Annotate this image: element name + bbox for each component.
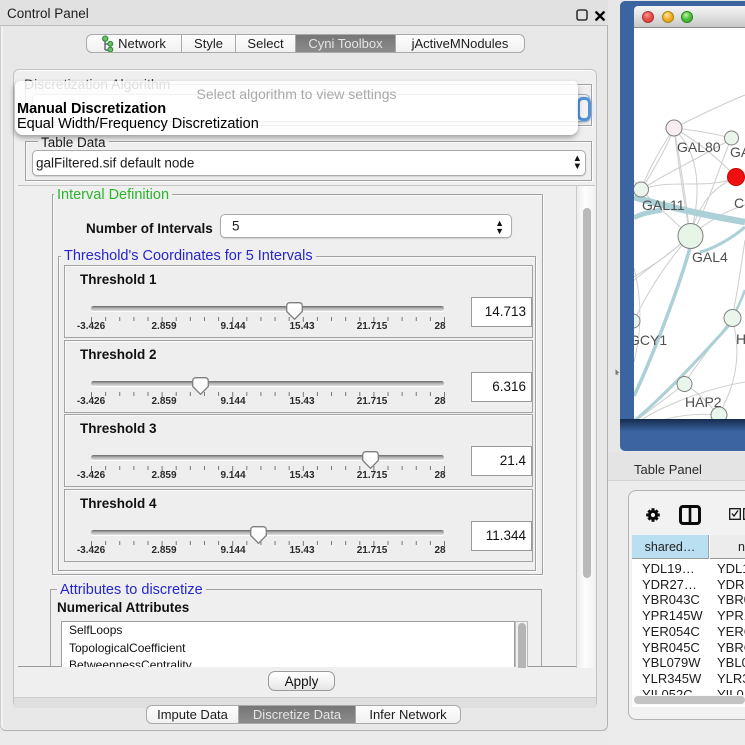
svg-text:GAL11: GAL11 <box>642 197 685 213</box>
svg-text:GAL4: GAL4 <box>692 249 728 265</box>
svg-text:GCY1: GCY1 <box>634 332 667 348</box>
svg-text:GAL80: GAL80 <box>677 139 721 155</box>
svg-text:HAP2: HAP2 <box>685 394 722 410</box>
svg-text:H: H <box>736 331 745 347</box>
svg-text:C: C <box>734 195 744 211</box>
svg-text:GA: GA <box>730 144 745 160</box>
